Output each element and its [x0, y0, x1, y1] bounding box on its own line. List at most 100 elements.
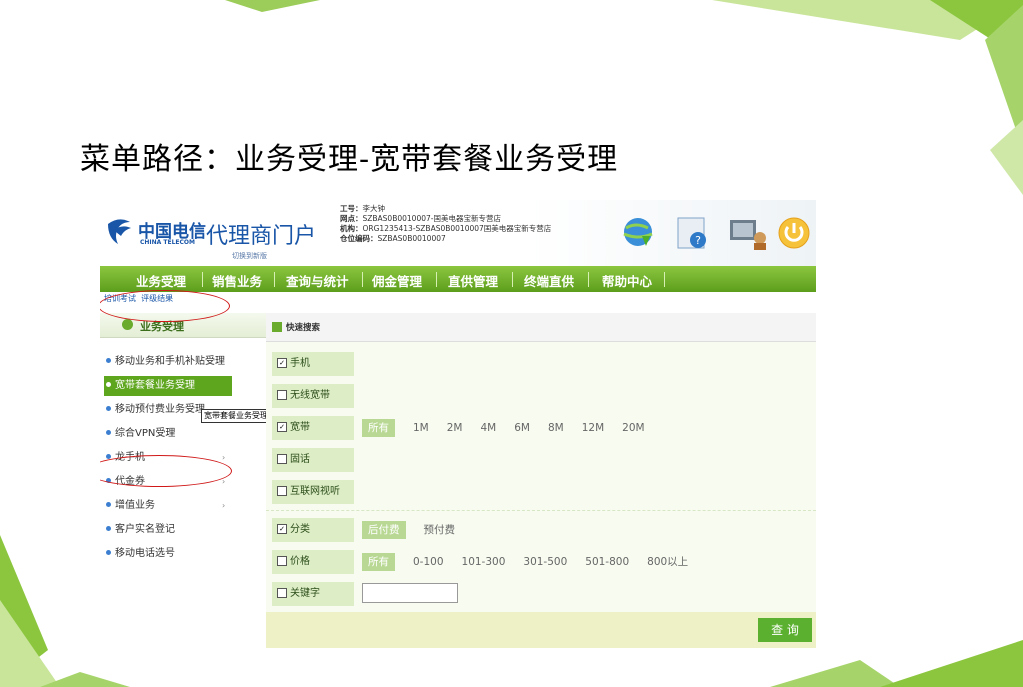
price-options: 所有 0-100 101-300 301-500 501-800 800以上: [362, 546, 706, 578]
option-12m[interactable]: 12M: [582, 412, 604, 444]
keyword-input[interactable]: [362, 583, 458, 603]
slide-title: 菜单路径：业务受理-宽带套餐业务受理: [80, 142, 619, 177]
broadband-speed-options: 所有 1M 2M 4M 6M 8M 12M 20M: [362, 412, 663, 444]
option-6m[interactable]: 6M: [514, 412, 530, 444]
info-key: 工号：: [340, 204, 363, 213]
quick-search-panel: ✓ 手机 无线宽带 ✓ 宽带 所有 1M 2M 4M 6M 8M 12M 20M 固话 互联网视听…: [266, 342, 816, 648]
option-501-800[interactable]: 501-800: [585, 546, 629, 578]
quick-search-title: 快速搜索: [286, 323, 321, 333]
nav-item-sales[interactable]: 销售业务: [212, 271, 262, 290]
sidebar-item-value-added[interactable]: 增值业务 ›: [104, 496, 266, 516]
option-all[interactable]: 所有: [362, 419, 395, 437]
sidebar-item-number-select[interactable]: 移动电话选号: [104, 544, 266, 564]
sidebar-item-label: 移动预付费业务受理: [115, 404, 205, 415]
business-icon: [122, 319, 133, 330]
bullet-icon: [106, 502, 111, 507]
filter-row-price: 价格 所有 0-100 101-300 301-500 501-800 800以上: [266, 546, 816, 578]
category-options: 后付费 预付费: [362, 514, 473, 546]
filter-row-keyword: 关键字: [266, 578, 816, 610]
user-computer-icon[interactable]: [730, 220, 766, 250]
switch-version-link[interactable]: 切换到新版: [232, 251, 267, 261]
sidebar-item-vpn[interactable]: 综合VPN受理: [104, 424, 266, 444]
user-info: 工号：李大钟 网点：SZBAS0B0010007-国美电器宝新专营店 机构：OR…: [340, 204, 610, 244]
checkbox-icon[interactable]: [277, 555, 287, 566]
info-key: 机构：: [340, 224, 363, 233]
nav-item-terminal-supply[interactable]: 终端直供: [524, 271, 574, 290]
option-1m[interactable]: 1M: [413, 412, 429, 444]
sidebar-menu: 移动业务和手机补贴受理 宽带套餐业务受理 移动预付费业务受理 综合VPN受理 龙…: [100, 338, 266, 650]
filter-label: 固话: [290, 454, 310, 465]
brand-name-en: CHINA TELECOM: [140, 239, 195, 246]
china-telecom-logo-icon: [108, 219, 131, 244]
filter-label: 无线宽带: [290, 390, 330, 401]
checkbox-checked-icon[interactable]: ✓: [277, 357, 287, 368]
sidebar-item-label: 移动业务和手机补贴受理: [115, 356, 225, 367]
option-101-300[interactable]: 101-300: [462, 546, 506, 578]
help-document-icon[interactable]: ?: [677, 217, 706, 249]
annotation-circle-business: [100, 290, 230, 322]
option-800-plus[interactable]: 800以上: [647, 546, 688, 578]
info-value: SZBAS0B0010007: [377, 234, 446, 243]
filter-iptv[interactable]: 互联网视听: [272, 480, 354, 504]
nav-item-commission[interactable]: 佣金管理: [372, 271, 422, 290]
bullet-icon: [106, 526, 111, 531]
option-all[interactable]: 所有: [362, 553, 395, 571]
arrow-right-icon: [272, 322, 282, 332]
option-4m[interactable]: 4M: [481, 412, 497, 444]
option-0-100[interactable]: 0-100: [413, 546, 444, 578]
sidebar-item-label: 宽带套餐业务受理: [115, 380, 195, 391]
checkbox-checked-icon[interactable]: ✓: [277, 421, 287, 432]
filter-broadband[interactable]: ✓ 宽带: [272, 416, 354, 440]
checkbox-icon[interactable]: [277, 389, 287, 400]
chevron-right-icon: ›: [222, 501, 226, 510]
checkbox-icon[interactable]: [277, 587, 287, 598]
filter-label: 手机: [290, 358, 310, 369]
option-301-500[interactable]: 301-500: [523, 546, 567, 578]
filter-row-category: ✓ 分类 后付费 预付费: [266, 514, 816, 546]
nav-item-query-stats[interactable]: 查询与统计: [286, 271, 349, 290]
bullet-icon: [106, 550, 111, 555]
sidebar-item-broadband-package[interactable]: 宽带套餐业务受理: [104, 376, 232, 396]
option-prepaid[interactable]: 预付费: [424, 514, 456, 546]
filter-landline[interactable]: 固话: [272, 448, 354, 472]
option-8m[interactable]: 8M: [548, 412, 564, 444]
info-key: 仓位编码：: [340, 234, 378, 243]
filter-label: 宽带: [290, 422, 310, 433]
filter-label: 分类: [290, 524, 310, 535]
filter-keyword[interactable]: 关键字: [272, 582, 354, 606]
sidebar-item-real-name[interactable]: 客户实名登记: [104, 520, 266, 540]
nav-item-help[interactable]: 帮助中心: [602, 271, 652, 290]
bullet-icon: [106, 430, 111, 435]
option-postpaid[interactable]: 后付费: [362, 521, 406, 539]
filter-row-wireless: 无线宽带: [266, 380, 816, 412]
nav-item-business[interactable]: 业务受理: [136, 271, 186, 290]
checkbox-icon[interactable]: [277, 453, 287, 464]
filter-label: 价格: [290, 556, 310, 567]
filter-row-landline: 固话: [266, 444, 816, 476]
portal-screenshot: 中国电信 CHINA TELECOM 代理商门户 切换到新版 工号：李大钟 网点…: [100, 200, 816, 650]
filter-category[interactable]: ✓ 分类: [272, 518, 354, 542]
query-button[interactable]: 查 询: [758, 618, 812, 642]
bullet-icon: [106, 406, 111, 411]
info-key: 网点：: [340, 214, 363, 223]
sidebar-item-label: 移动电话选号: [115, 548, 175, 559]
quick-search-header: 快速搜索: [266, 313, 816, 342]
option-2m[interactable]: 2M: [447, 412, 463, 444]
bullet-icon: [106, 382, 111, 387]
globe-download-icon[interactable]: [623, 218, 653, 246]
search-action-bar: 查 询: [266, 612, 816, 648]
sidebar-item-mobile-subsidy[interactable]: 移动业务和手机补贴受理: [104, 352, 266, 372]
option-20m[interactable]: 20M: [622, 412, 644, 444]
filter-price[interactable]: 价格: [272, 550, 354, 574]
filter-label: 关键字: [290, 588, 320, 599]
checkbox-icon[interactable]: [277, 485, 287, 496]
filter-wireless-broadband[interactable]: 无线宽带: [272, 384, 354, 408]
portal-title: 代理商门户: [206, 224, 317, 249]
nav-item-direct-supply[interactable]: 直供管理: [448, 271, 498, 290]
checkbox-checked-icon[interactable]: ✓: [277, 523, 287, 534]
power-logout-icon[interactable]: [778, 217, 810, 249]
svg-text:?: ?: [695, 234, 701, 247]
info-value: SZBAS0B0010007-国美电器宝新专营店: [362, 214, 501, 223]
filter-phone[interactable]: ✓ 手机: [272, 352, 354, 376]
filter-row-iptv: 互联网视听: [266, 476, 816, 508]
